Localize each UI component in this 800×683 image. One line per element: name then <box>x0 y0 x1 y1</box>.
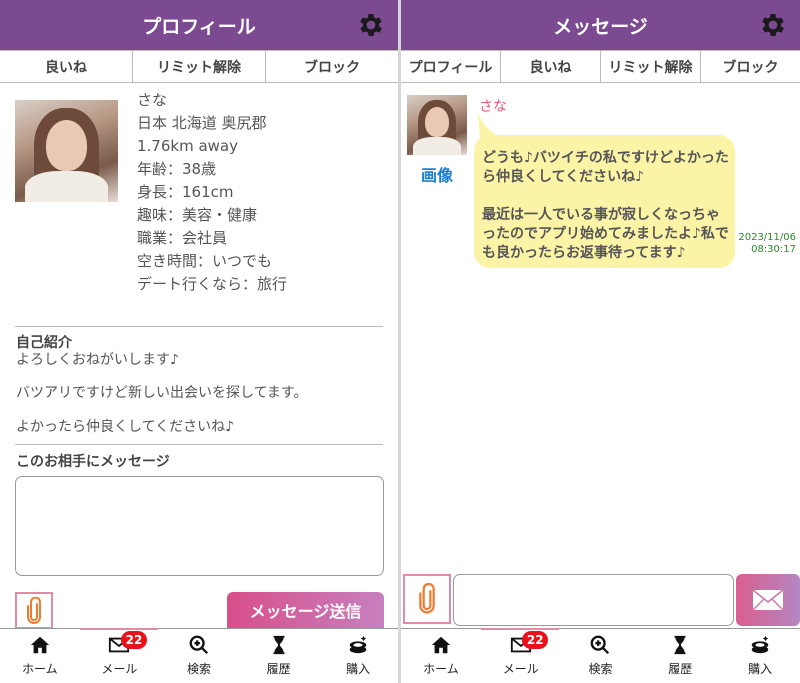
nav-home[interactable]: ホーム <box>401 629 481 683</box>
home-icon <box>30 636 49 654</box>
intro-text: よろしくおねがいします♪ バツアリですけど新しい出会いを探してます。 よかったら… <box>16 350 307 451</box>
header: メッセージ <box>401 0 800 50</box>
gear-icon[interactable] <box>758 10 788 40</box>
intro-line: バツアリですけど新しい出会いを探してます。 <box>16 385 308 401</box>
avatar[interactable] <box>15 100 118 202</box>
profile-name: さな <box>137 91 168 109</box>
home-icon <box>431 636 451 654</box>
coin-purchase-icon <box>751 635 769 654</box>
sender-avatar[interactable] <box>407 95 467 155</box>
bottom-nav: ホーム メール 22 検索 履歴 購入 <box>0 628 398 683</box>
coin-purchase-icon <box>349 635 367 654</box>
image-link[interactable]: 画像 <box>421 162 453 186</box>
profile-date: デート行くなら：旅行 <box>137 275 288 293</box>
profile-job: 職業：会社員 <box>137 229 228 247</box>
nav-purchase[interactable]: 購入 <box>720 629 800 683</box>
divider <box>15 444 383 445</box>
tab-limit-release[interactable]: リミット解除 <box>601 51 701 82</box>
profile-free-time: 空き時間：いつでも <box>137 252 273 270</box>
nav-purchase[interactable]: 購入 <box>318 629 398 683</box>
attach-button[interactable] <box>15 592 53 629</box>
tab-like[interactable]: 良いね <box>501 51 601 82</box>
message-text: 最近は一人でいる事が寂しくなっちゃったのでアプリ始めてみましたよ♪私でも良かった… <box>482 207 729 261</box>
message-tabs: プロフィール 良いね リミット解除 ブロック <box>401 50 800 83</box>
bottom-nav: ホーム メール 22 検索 履歴 購入 <box>401 628 800 683</box>
profile-distance: 1.76km away <box>137 137 238 155</box>
gear-icon[interactable] <box>356 10 386 40</box>
profile-tabs: 良いね リミット解除 ブロック <box>0 50 398 83</box>
page-title: メッセージ <box>553 15 648 38</box>
message-timestamp: 2023/11/06 08:30:17 <box>738 232 796 255</box>
paperclip-icon <box>27 596 41 624</box>
message-input-bar <box>401 574 800 628</box>
tab-profile[interactable]: プロフィール <box>401 51 501 82</box>
nav-search[interactable]: 検索 <box>561 629 641 683</box>
tab-like[interactable]: 良いね <box>0 51 133 82</box>
tab-block[interactable]: ブロック <box>266 51 398 82</box>
nav-history[interactable]: 履歴 <box>640 629 720 683</box>
profile-height: 身長：161cm <box>137 183 234 201</box>
hourglass-icon <box>273 635 285 655</box>
nav-mail[interactable]: メール 22 <box>80 629 160 683</box>
nav-mail[interactable]: メール 22 <box>481 629 561 683</box>
search-icon <box>189 635 209 655</box>
send-message-button[interactable]: メッセージ送信 <box>227 592 384 628</box>
message-textarea[interactable] <box>15 476 384 576</box>
nav-history[interactable]: 履歴 <box>239 629 319 683</box>
message-screen: メッセージ プロフィール 良いね リミット解除 ブロック 画像 さな どうも♪バ… <box>401 0 800 683</box>
tab-limit-release[interactable]: リミット解除 <box>133 51 266 82</box>
mail-badge: 22 <box>522 631 549 649</box>
chat-input[interactable] <box>453 574 734 626</box>
nav-search[interactable]: 検索 <box>159 629 239 683</box>
profile-screen: プロフィール 良いね リミット解除 ブロック さな 日本 北海道 奥尻郡 1.7… <box>0 0 398 683</box>
message-label: このお相手にメッセージ <box>16 454 170 470</box>
tab-block[interactable]: ブロック <box>701 51 800 82</box>
paperclip-icon <box>419 582 435 614</box>
message-bubble: どうも♪バツイチの私ですけどよかったら仲良くしてくださいね♪ 最近は一人でいる事… <box>474 135 735 268</box>
profile-location: 日本 北海道 奥尻郡 <box>137 114 267 132</box>
send-button[interactable] <box>736 574 800 626</box>
profile-hobby: 趣味：美容・健康 <box>137 206 258 224</box>
intro-label: 自己紹介 <box>16 335 72 351</box>
header: プロフィール <box>0 0 398 50</box>
page-title: プロフィール <box>142 15 256 38</box>
mail-badge: 22 <box>120 631 147 649</box>
intro-line: よろしくおねがいします♪ <box>16 352 179 368</box>
divider <box>15 326 383 327</box>
envelope-icon <box>752 589 784 611</box>
profile-age: 年齢：38歳 <box>137 160 217 178</box>
profile-info: さな 日本 北海道 奥尻郡 1.76km away 年齢：38歳 身長：161c… <box>137 89 287 296</box>
intro-line: よかったら仲良くしてくださいね♪ <box>16 419 235 435</box>
attach-button[interactable] <box>403 574 451 624</box>
message-text: どうも♪バツイチの私ですけどよかったら仲良くしてくださいね♪ <box>482 150 729 185</box>
hourglass-icon <box>674 635 686 655</box>
search-icon <box>591 635 610 655</box>
nav-home[interactable]: ホーム <box>0 629 80 683</box>
